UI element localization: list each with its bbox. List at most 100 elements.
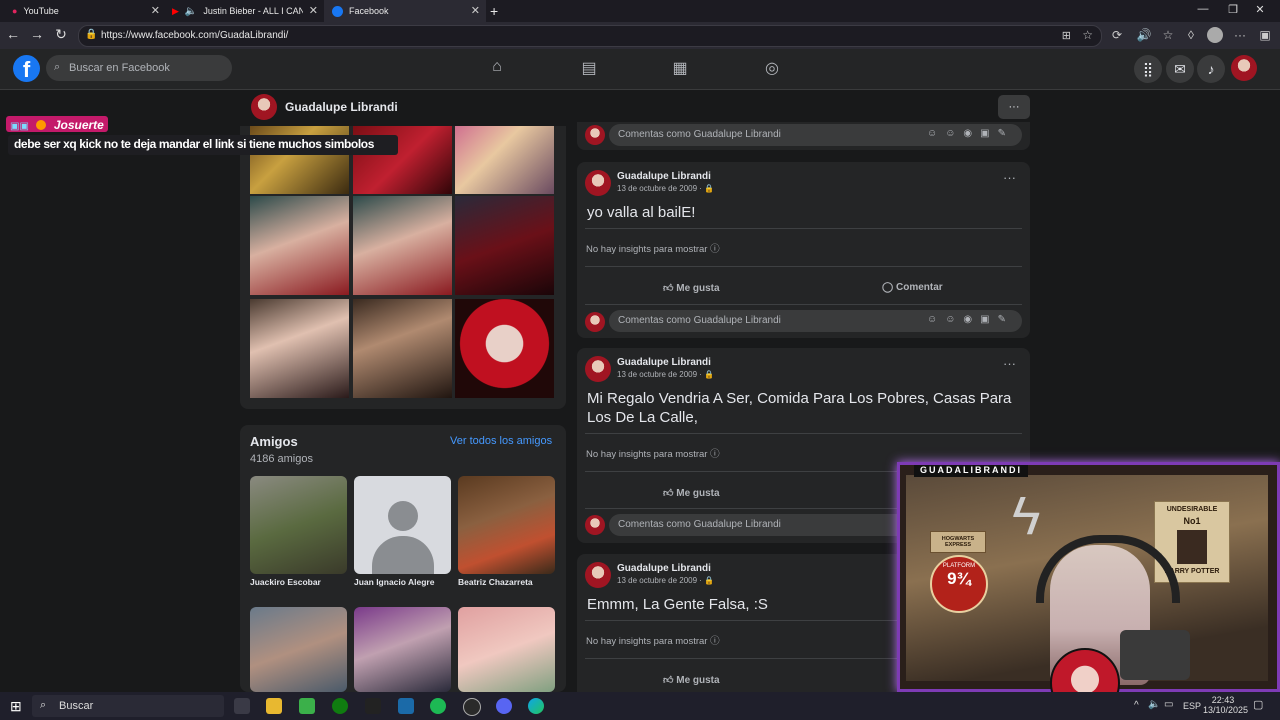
shield-icon[interactable]: ◊ bbox=[1182, 28, 1200, 42]
close-window-icon[interactable]: ✕ bbox=[1245, 3, 1275, 16]
photo-thumbnail[interactable] bbox=[250, 299, 349, 398]
refresh-icon[interactable]: ↻ bbox=[51, 26, 71, 43]
tray-chevron-icon[interactable]: ^ bbox=[1134, 700, 1139, 711]
tab-facebook[interactable]: Facebook ✕ bbox=[324, 0, 486, 22]
obs-icon[interactable] bbox=[463, 698, 481, 716]
comment-avatar bbox=[585, 515, 605, 535]
video-icon[interactable]: ▤ bbox=[579, 58, 599, 78]
speaker-icon[interactable]: 🔈 bbox=[185, 6, 197, 17]
file-explorer-icon[interactable] bbox=[266, 698, 282, 714]
menu-grid-icon[interactable]: ⣿ bbox=[1134, 55, 1162, 83]
minimize-icon[interactable]: — bbox=[1188, 3, 1218, 15]
photo-thumbnail[interactable] bbox=[455, 126, 554, 194]
epic-games-icon[interactable] bbox=[365, 698, 381, 714]
photo-thumbnail[interactable] bbox=[455, 196, 554, 295]
facebook-logo[interactable]: f bbox=[13, 55, 40, 82]
comment-input[interactable]: Comentas como Guadalupe Librandi ☺☺◉▣✎ bbox=[609, 310, 1022, 332]
post-author[interactable]: Guadalupe Librandi bbox=[617, 563, 711, 574]
post-author[interactable]: Guadalupe Librandi bbox=[617, 357, 711, 368]
friend-name[interactable]: Beatriz Chazarreta bbox=[458, 577, 533, 587]
grid-icon[interactable]: ⊞ bbox=[1062, 29, 1071, 42]
forward-icon[interactable]: → bbox=[27, 26, 47, 42]
tab-youtube[interactable]: ● YouTube ✕ bbox=[0, 0, 166, 22]
more-icon[interactable]: ··· bbox=[1231, 28, 1249, 42]
notifications-icon[interactable]: ♪ bbox=[1197, 55, 1225, 83]
photo-thumbnail[interactable] bbox=[455, 299, 554, 398]
badge-icon bbox=[36, 120, 47, 130]
windows-start-icon[interactable]: ⊞ bbox=[10, 698, 22, 715]
taskbar-search-label: Buscar bbox=[59, 700, 94, 712]
info-icon: ⓘ bbox=[710, 244, 720, 255]
url-bar[interactable]: 🔒 https://www.facebook.com/GuadaLibrandi… bbox=[78, 25, 1102, 47]
comment-input[interactable]: Comentas como Guadalupe Librandi ☺☺◉▣✎ bbox=[609, 124, 1022, 146]
friend-name[interactable]: Juan Ignacio Alegre bbox=[354, 577, 434, 587]
sidebar-icon[interactable]: ▣ bbox=[1256, 28, 1274, 42]
post-date[interactable]: 13 de octubre de 2009 · 🔒 bbox=[617, 370, 714, 379]
platform-sign-label: PLATFORM bbox=[942, 563, 976, 569]
volume-icon[interactable]: 🔈 bbox=[1148, 699, 1160, 710]
close-icon[interactable]: ✕ bbox=[151, 4, 160, 17]
photo-thumbnail[interactable] bbox=[250, 196, 349, 295]
see-all-friends-link[interactable]: Ver todos los amigos bbox=[450, 435, 552, 447]
extension-icon[interactable]: ⟳ bbox=[1108, 28, 1126, 42]
post-date[interactable]: 13 de octubre de 2009 · 🔒 bbox=[617, 576, 714, 585]
post-more-icon[interactable]: ··· bbox=[1003, 170, 1016, 185]
taskbar-search[interactable]: ⌕ Buscar bbox=[32, 695, 224, 717]
post-author-avatar[interactable] bbox=[585, 562, 611, 588]
comment-tools-icons[interactable]: ☺☺◉▣✎ bbox=[927, 314, 1014, 325]
read-aloud-icon[interactable]: 🔊 bbox=[1135, 28, 1153, 42]
friend-photo[interactable] bbox=[458, 476, 555, 574]
photo-thumbnail[interactable] bbox=[353, 299, 452, 398]
maximize-icon[interactable]: ❐ bbox=[1218, 3, 1248, 16]
close-icon[interactable]: ✕ bbox=[471, 4, 480, 17]
like-button[interactable]: 👍︎ Me gusta bbox=[663, 487, 720, 499]
account-avatar[interactable] bbox=[1231, 55, 1257, 81]
groups-icon[interactable]: ◎ bbox=[762, 58, 782, 78]
friend-photo[interactable] bbox=[354, 607, 451, 692]
comment-button[interactable]: ◯ Comentar bbox=[882, 282, 943, 293]
windows-taskbar: ⊞ ⌕ Buscar ^ 🔈 ▭ ESP 22:43 13/10/2025 ▢ bbox=[0, 692, 1280, 720]
close-icon[interactable]: ✕ bbox=[309, 4, 318, 17]
language-indicator[interactable]: ESP bbox=[1183, 701, 1201, 711]
messenger-icon[interactable]: ✉ bbox=[1166, 55, 1194, 83]
friend-name[interactable]: Juackiro Escobar bbox=[250, 577, 321, 587]
marketplace-icon[interactable]: ▦ bbox=[670, 58, 690, 78]
post-date[interactable]: 13 de octubre de 2009 · 🔒 bbox=[617, 184, 714, 193]
friend-photo-default[interactable] bbox=[354, 476, 451, 574]
friend-photo[interactable] bbox=[250, 607, 347, 692]
xbox-icon[interactable] bbox=[332, 698, 348, 714]
like-button[interactable]: 👍︎ Me gusta bbox=[663, 674, 720, 686]
post-more-icon[interactable]: ··· bbox=[1003, 356, 1016, 371]
friend-photo[interactable] bbox=[458, 607, 555, 692]
comment-tools-icons[interactable]: ☺☺◉▣✎ bbox=[927, 128, 1014, 139]
steam-icon[interactable] bbox=[398, 698, 414, 714]
post-author[interactable]: Guadalupe Librandi bbox=[617, 171, 711, 182]
discord-icon[interactable] bbox=[496, 698, 512, 714]
profile-avatar-icon[interactable] bbox=[1207, 27, 1223, 43]
post-author-avatar[interactable] bbox=[585, 356, 611, 382]
tab-justin-bieber[interactable]: ▶ 🔈 Justin Bieber - ALL I CAN TA ✕ bbox=[166, 0, 324, 22]
clock[interactable]: 22:43 13/10/2025 bbox=[1203, 695, 1248, 715]
post-text: yo valla al bailE! bbox=[587, 204, 696, 221]
network-icon[interactable]: ▭ bbox=[1164, 699, 1173, 710]
edge-icon[interactable] bbox=[528, 698, 544, 714]
friend-photo[interactable] bbox=[250, 476, 347, 574]
home-icon[interactable]: ⌂ bbox=[487, 58, 507, 78]
task-view-icon[interactable] bbox=[234, 698, 250, 714]
new-tab-button[interactable]: + bbox=[490, 0, 506, 22]
more-options-button[interactable]: ··· bbox=[998, 95, 1030, 119]
webcam-overlay: GUADALIBRANDI UNDESIRABLE No1 HARRY POTT… bbox=[897, 462, 1280, 718]
like-button[interactable]: 👍︎ Me gusta bbox=[663, 282, 720, 294]
spotify-icon[interactable] bbox=[430, 698, 446, 714]
app-icon[interactable] bbox=[299, 698, 315, 714]
profile-name[interactable]: Guadalupe Librandi bbox=[285, 100, 398, 114]
star-icon[interactable]: ☆ bbox=[1082, 28, 1093, 42]
notification-center-icon[interactable]: ▢ bbox=[1253, 698, 1263, 711]
photo-thumbnail[interactable] bbox=[353, 196, 452, 295]
favorites-icon[interactable]: ☆ bbox=[1159, 28, 1177, 42]
search-input[interactable]: ⌕ Buscar en Facebook bbox=[46, 55, 232, 81]
back-icon[interactable]: ← bbox=[3, 26, 23, 42]
comment-avatar bbox=[585, 312, 605, 332]
profile-avatar[interactable] bbox=[251, 94, 277, 120]
post-author-avatar[interactable] bbox=[585, 170, 611, 196]
